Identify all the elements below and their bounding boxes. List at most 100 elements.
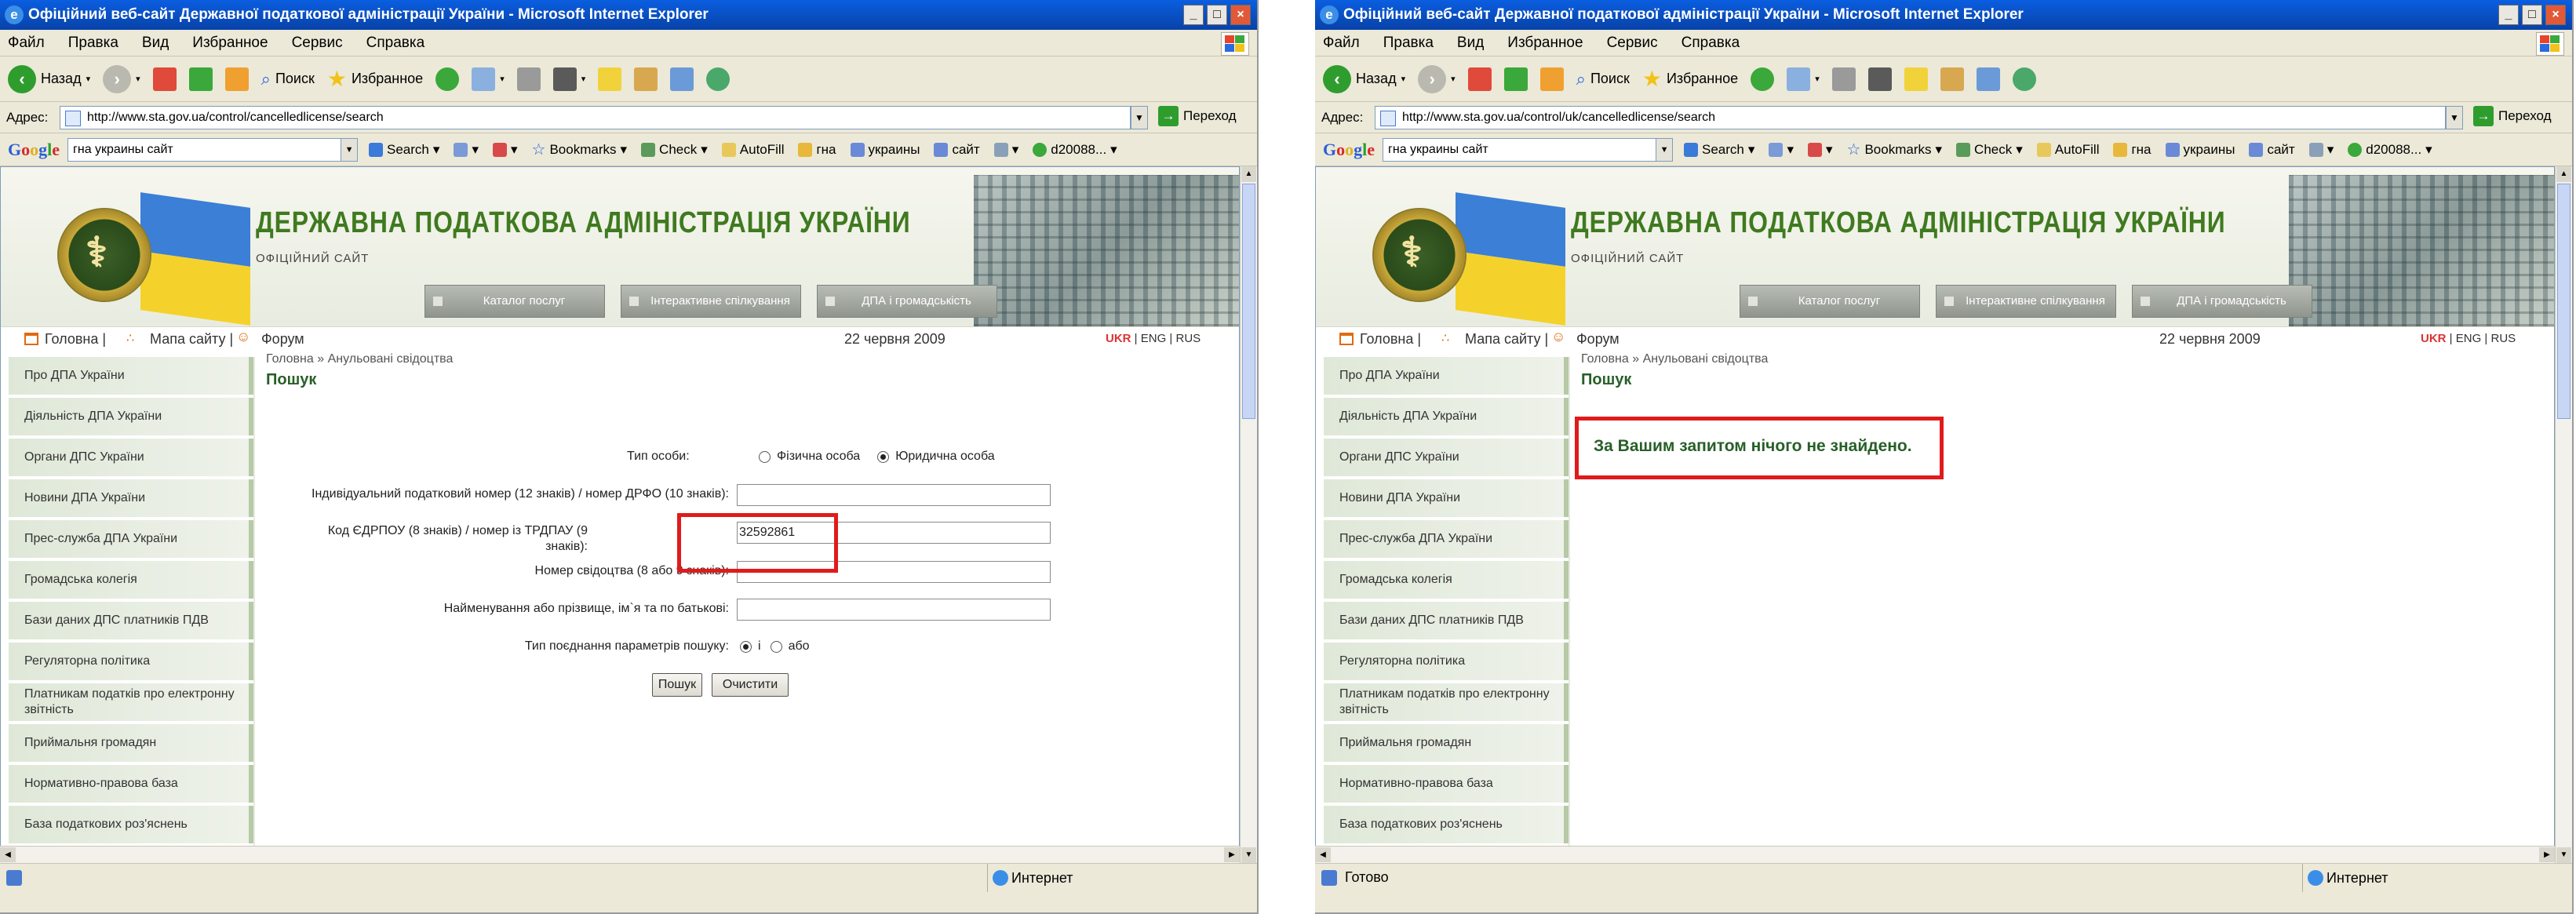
google-bookmarks-button[interactable]: ☆ Bookmarks ▾	[1847, 140, 1943, 159]
nav-home-link[interactable]: Головна |	[45, 331, 106, 348]
menu-help[interactable]: Справка	[366, 35, 425, 52]
tab-public[interactable]: ДПА і громадськість	[817, 285, 997, 318]
natural-person-radio[interactable]	[759, 450, 771, 463]
url-input[interactable]: http://www.sta.gov.ua/control/uk/cancell…	[1375, 106, 2446, 129]
nav-sitemap-link[interactable]: Мапа сайту |	[150, 331, 233, 348]
menu-tools[interactable]: Сервис	[292, 35, 343, 52]
google-term-gna[interactable]: гна	[2113, 142, 2152, 158]
tab-interactive[interactable]: Інтерактивне спілкування	[621, 285, 801, 318]
research-button[interactable]	[1940, 67, 1964, 91]
google-news-button[interactable]: ▾	[454, 142, 479, 158]
vertical-scrollbar[interactable]: ▲ ▼	[1240, 166, 1257, 863]
nav-sitemap-link[interactable]: Мапа сайту |	[1465, 331, 1548, 348]
lang-rus[interactable]: RUS	[1175, 332, 1201, 345]
menu-file[interactable]: Файл	[1323, 35, 1360, 52]
print-button[interactable]	[516, 67, 541, 91]
tab-services-catalog[interactable]: Каталог послуг	[424, 285, 605, 318]
sidebar-item-vat-db[interactable]: Бази даних ДПС платників ПДВ	[9, 602, 253, 639]
sidebar-item-board[interactable]: Громадська колегія	[1324, 561, 1569, 599]
google-autofill-button[interactable]: AutoFill	[721, 142, 784, 158]
sidebar-item-e-reporting[interactable]: Платникам податків про електронну звітні…	[1324, 683, 1569, 721]
forward-button[interactable]: › ▾	[103, 64, 140, 93]
menu-view[interactable]: Вид	[1457, 35, 1484, 52]
refresh-button[interactable]	[188, 67, 213, 91]
sidebar-item-legal-base[interactable]: Нормативно-правова база	[9, 765, 253, 803]
folder-button[interactable]	[598, 67, 622, 91]
combine-or-radio[interactable]	[770, 640, 782, 653]
home-button[interactable]	[1539, 67, 1564, 91]
sidebar-item-reception[interactable]: Приймальня громадян	[1324, 724, 1569, 762]
google-search-button[interactable]: Search ▾	[369, 142, 439, 158]
google-search-button[interactable]: Search ▾	[1684, 142, 1754, 158]
url-dropdown[interactable]: ▼	[1131, 106, 1148, 129]
google-bookmarks-button[interactable]: ☆ Bookmarks ▾	[532, 140, 628, 159]
nav-forum-link[interactable]: Форум	[261, 331, 304, 348]
sidebar-item-activity[interactable]: Діяльність ДПА України	[9, 398, 253, 435]
menu-edit[interactable]: Правка	[1383, 35, 1434, 52]
history-button[interactable]	[1751, 67, 1775, 91]
sidebar-item-press[interactable]: Прес-служба ДПА України	[1324, 520, 1569, 558]
tab-public[interactable]: ДПА і громадськість	[2132, 285, 2312, 318]
messenger-button[interactable]	[670, 67, 694, 91]
sidebar-item-legal-base[interactable]: Нормативно-правова база	[1324, 765, 1569, 803]
menu-edit[interactable]: Правка	[68, 35, 118, 52]
minimize-button[interactable]: _	[2498, 5, 2519, 25]
clear-button[interactable]: Очистити	[712, 673, 789, 697]
minimize-button[interactable]: _	[1183, 5, 1204, 25]
google-settings-button[interactable]: ▾	[2308, 142, 2334, 158]
combine-and-radio[interactable]	[740, 640, 752, 653]
vertical-scrollbar[interactable]: ▲ ▼	[2555, 166, 2572, 863]
menu-help[interactable]: Справка	[1682, 35, 1740, 52]
legal-person-radio[interactable]	[877, 450, 890, 463]
go-button[interactable]: → Переход	[2473, 106, 2552, 126]
google-term-gna[interactable]: гна	[798, 142, 836, 158]
google-popup-button[interactable]: ▾	[492, 142, 518, 158]
sidebar-item-explanations[interactable]: База податкових роз'яснень	[9, 806, 253, 843]
google-search-input[interactable]: гна украины сайт ▼	[1383, 137, 1674, 162]
close-button[interactable]: ×	[2545, 5, 2566, 25]
history-button[interactable]	[435, 67, 460, 91]
nav-forum-link[interactable]: Форум	[1576, 331, 1620, 348]
menu-file[interactable]: Файл	[8, 35, 45, 52]
forward-button[interactable]: › ▾	[1418, 64, 1456, 93]
sidebar-item-bodies[interactable]: Органи ДПС України	[1324, 439, 1569, 476]
sidebar-item-bodies[interactable]: Органи ДПС України	[9, 439, 253, 476]
breadcrumb[interactable]: Головна » Анульовані свідоцтва	[1581, 352, 1768, 366]
google-account-button[interactable]: d20088... ▾	[1033, 142, 1117, 158]
mail-button[interactable]: ▾	[1787, 67, 1820, 91]
stop-button[interactable]	[152, 67, 177, 91]
lang-eng[interactable]: ENG	[2456, 332, 2482, 345]
google-autofill-button[interactable]: AutoFill	[2036, 142, 2099, 158]
menu-tools[interactable]: Сервис	[1607, 35, 1658, 52]
tab-services-catalog[interactable]: Каталог послуг	[1740, 285, 1920, 318]
sidebar-item-news[interactable]: Новини ДПА України	[1324, 479, 1569, 517]
sidebar-item-regulatory[interactable]: Регуляторна політика	[1324, 643, 1569, 680]
research-button[interactable]	[634, 67, 658, 91]
tab-interactive[interactable]: Інтерактивне спілкування	[1936, 285, 2116, 318]
horizontal-scrollbar[interactable]: ◀ ▶	[0, 846, 1240, 864]
lang-eng[interactable]: ENG	[1141, 332, 1167, 345]
url-input[interactable]: http://www.sta.gov.ua/control/cancelledl…	[60, 106, 1131, 129]
name-input[interactable]	[737, 599, 1051, 621]
mail-button[interactable]: ▾	[472, 67, 505, 91]
google-term-ukrainy[interactable]: украины	[2165, 142, 2235, 158]
refresh-button[interactable]	[1503, 67, 1528, 91]
sidebar-item-vat-db[interactable]: Бази даних ДПС платників ПДВ	[1324, 602, 1569, 639]
google-term-ukrainy[interactable]: украины	[850, 142, 920, 158]
google-settings-button[interactable]: ▾	[993, 142, 1018, 158]
menu-view[interactable]: Вид	[142, 35, 169, 52]
sidebar-item-regulatory[interactable]: Регуляторна політика	[9, 643, 253, 680]
print-button[interactable]	[1831, 67, 1856, 91]
lang-rus[interactable]: RUS	[2490, 332, 2516, 345]
lang-ukr[interactable]: UKR	[2421, 332, 2447, 345]
sidebar-item-news[interactable]: Новини ДПА України	[9, 479, 253, 517]
sidebar-item-reception[interactable]: Приймальня громадян	[9, 724, 253, 762]
stop-button[interactable]	[1467, 67, 1492, 91]
sidebar-item-board[interactable]: Громадська колегія	[9, 561, 253, 599]
edit-button[interactable]	[1867, 67, 1892, 91]
back-button[interactable]: ‹ Назад ▾	[8, 64, 90, 93]
google-term-sait[interactable]: сайт	[2249, 142, 2295, 158]
tax-id-input[interactable]	[737, 484, 1051, 506]
search-button[interactable]: ⌕ Поиск	[1576, 69, 1630, 89]
google-check-button[interactable]: Check ▾	[1956, 142, 2023, 158]
